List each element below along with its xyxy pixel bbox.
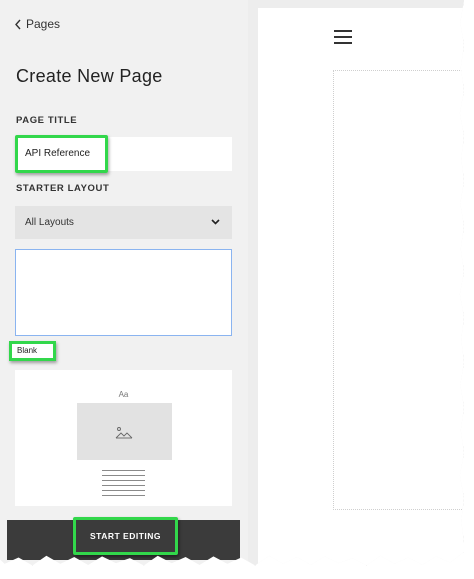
create-page-panel: Pages Create New Page PAGE TITLE API Ref… <box>0 0 248 566</box>
back-link-label: Pages <box>26 17 61 31</box>
blank-layout-label: Blank <box>9 341 56 361</box>
blank-layout-card[interactable] <box>15 249 232 336</box>
chevron-left-icon <box>15 19 21 29</box>
template-text-lines <box>102 470 145 500</box>
layout-select-value: All Layouts <box>25 217 74 228</box>
preview-content-area <box>333 70 464 510</box>
layout-template-card[interactable]: Aa <box>15 370 232 506</box>
template-text-placeholder: Aa <box>118 390 129 399</box>
page-title-value: API Reference <box>25 148 91 159</box>
page-title-input[interactable]: API Reference <box>15 137 232 171</box>
page-title-label: PAGE TITLE <box>16 115 78 126</box>
back-to-pages-link[interactable]: Pages <box>14 17 60 31</box>
start-editing-button[interactable]: START EDITING <box>73 517 178 555</box>
image-icon <box>115 427 133 439</box>
hamburger-menu-icon[interactable] <box>334 30 352 44</box>
page-preview <box>258 8 464 566</box>
screenshot-frame: Pages Create New Page PAGE TITLE API Ref… <box>0 0 464 566</box>
page-heading: Create New Page <box>16 66 163 86</box>
starter-layout-label: STARTER LAYOUT <box>16 183 110 194</box>
template-image-placeholder <box>77 403 172 460</box>
chevron-down-icon <box>211 219 220 225</box>
layout-select[interactable]: All Layouts <box>15 206 232 239</box>
screenshot-stage: Pages Create New Page PAGE TITLE API Ref… <box>0 0 474 579</box>
